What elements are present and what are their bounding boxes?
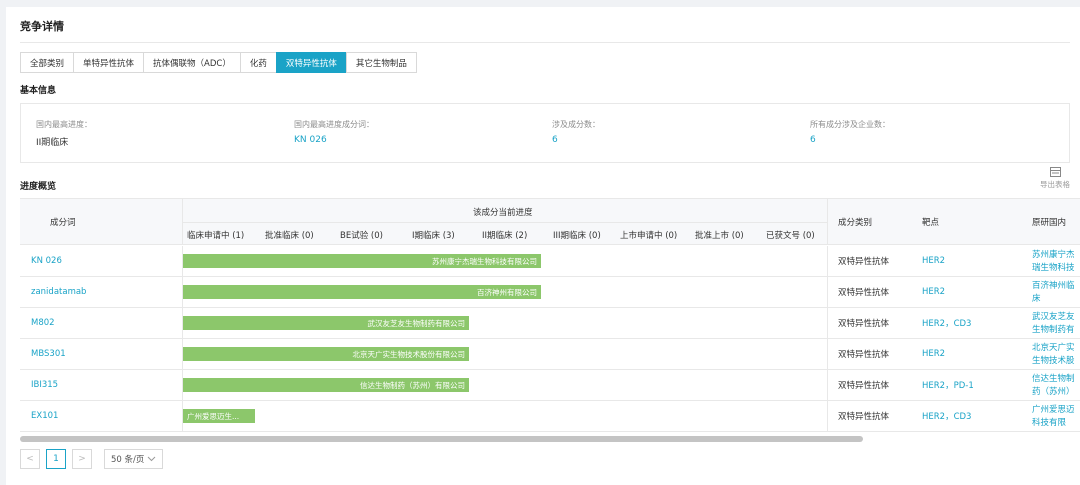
info-value-link[interactable]: 6 xyxy=(552,135,600,145)
component-link[interactable]: IBI315 xyxy=(31,370,58,400)
tab-adc[interactable]: 抗体偶联物（ADC） xyxy=(143,52,241,73)
component-link[interactable]: M802 xyxy=(31,308,55,338)
title-divider xyxy=(20,42,1070,43)
category-cell: 双特异性抗体 xyxy=(838,257,890,267)
stage-header: I期临床 (3) xyxy=(412,231,455,241)
header-divider xyxy=(182,222,827,223)
progress-bar[interactable]: 武汉友芝友生物制药有限公司 xyxy=(183,316,469,330)
progress-heading: 进度概览 xyxy=(20,182,57,192)
stage-header: 上市申请中 (0) xyxy=(620,231,678,241)
component-link[interactable]: EX101 xyxy=(31,401,58,431)
page-title: 竞争详情 xyxy=(20,20,64,33)
tab-all[interactable]: 全部类别 xyxy=(20,52,75,73)
component-link[interactable]: KN 026 xyxy=(31,246,62,276)
org-link[interactable]: 信达生物制药（苏州）有限 xyxy=(1032,373,1078,399)
info-label: 国内最高进度成分词： xyxy=(294,120,374,129)
header-target: 靶点 xyxy=(922,218,940,228)
info-label: 国内最高进度： xyxy=(36,120,92,129)
info-value: II期临床 xyxy=(36,138,69,148)
info-highest-component: 国内最高进度成分词： KN 026 xyxy=(294,119,374,145)
info-highest-stage: 国内最高进度： II期临床 xyxy=(36,119,92,148)
category-cell: 双特异性抗体 xyxy=(838,350,890,360)
column-divider xyxy=(827,246,828,276)
prev-page-button[interactable]: < xyxy=(20,449,40,469)
target-link[interactable]: HER2 xyxy=(922,339,945,369)
org-link[interactable]: 苏州康宁杰瑞生物科技有限公司 xyxy=(1032,249,1078,275)
pagination: < 1 > 50 条/页 xyxy=(20,449,164,469)
component-link[interactable]: zanidatamab xyxy=(31,277,86,307)
stage-header: 已获文号 (0) xyxy=(766,231,815,241)
target-link[interactable]: HER2，CD3 xyxy=(922,401,971,431)
horizontal-scrollbar[interactable] xyxy=(20,436,863,442)
tab-monospecific-antibody[interactable]: 单特异性抗体 xyxy=(73,52,145,73)
tab-chemical-drug[interactable]: 化药 xyxy=(239,52,277,73)
progress-bar[interactable]: 信达生物制药（苏州）有限公司 xyxy=(183,378,469,392)
stage-header: 批准临床 (0) xyxy=(265,231,314,241)
column-divider xyxy=(827,401,828,431)
header-category: 成分类别 xyxy=(838,218,873,228)
column-divider xyxy=(827,308,828,338)
category-cell: 双特异性抗体 xyxy=(838,288,890,298)
tab-bispecific-antibody[interactable]: 双特异性抗体 xyxy=(275,52,347,73)
next-page-button[interactable]: > xyxy=(72,449,92,469)
table-header: 成分词 该成分当前进度 临床申请中 (1) 批准临床 (0) BE试验 (0) … xyxy=(20,199,1080,245)
column-divider xyxy=(827,199,828,244)
stage-header: II期临床 (2) xyxy=(482,231,528,241)
competition-detail-card: 竞争详情 全部类别 单特异性抗体 抗体偶联物（ADC） 化药 双特异性抗体 其它… xyxy=(6,7,1080,485)
info-label: 所有成分涉及企业数： xyxy=(810,120,890,129)
chevron-down-icon xyxy=(148,456,156,462)
progress-bar[interactable]: 苏州康宁杰瑞生物科技有限公司 xyxy=(183,254,541,268)
page-size-label: 50 条/页 xyxy=(111,455,145,465)
target-link[interactable]: HER2，PD-1 xyxy=(922,370,974,400)
org-link[interactable]: 广州爱思迈科技有限 xyxy=(1032,404,1078,430)
progress-bar[interactable]: 北京天广实生物技术股份有限公司 xyxy=(183,347,469,361)
tab-other-biologics[interactable]: 其它生物制品 xyxy=(345,52,417,73)
info-component-count: 涉及成分数： 6 xyxy=(552,119,600,145)
target-link[interactable]: HER2 xyxy=(922,277,945,307)
table-row: KN 026 苏州康宁杰瑞生物科技有限公司 双特异性抗体 HER2 苏州康宁杰瑞生物科技… xyxy=(20,246,1080,277)
page-size-select[interactable]: 50 条/页 xyxy=(104,449,164,469)
info-value-link[interactable]: 6 xyxy=(810,135,890,145)
page-button-current[interactable]: 1 xyxy=(46,449,66,469)
header-component: 成分词 xyxy=(50,218,76,228)
category-tabs: 全部类别 单特异性抗体 抗体偶联物（ADC） 化药 双特异性抗体 其它生物制品 xyxy=(20,52,417,73)
header-org: 原研国内 xyxy=(1032,218,1067,228)
component-link[interactable]: MBS301 xyxy=(31,339,66,369)
progress-bar[interactable]: 广州爱思迈生... xyxy=(183,409,255,423)
target-link[interactable]: HER2，CD3 xyxy=(922,308,971,338)
table-row: MBS301 北京天广实生物技术股份有限公司 双特异性抗体 HER2 北京天广实生物技术… xyxy=(20,339,1080,370)
column-divider xyxy=(827,370,828,400)
category-cell: 双特异性抗体 xyxy=(838,319,890,329)
progress-bar[interactable]: 百济神州有限公司 xyxy=(183,285,541,299)
info-value-link[interactable]: KN 026 xyxy=(294,135,374,145)
header-current-progress: 该成分当前进度 xyxy=(473,208,533,218)
category-cell: 双特异性抗体 xyxy=(838,381,890,391)
progress-table: 成分词 该成分当前进度 临床申请中 (1) 批准临床 (0) BE试验 (0) … xyxy=(20,198,1080,440)
info-company-count: 所有成分涉及企业数： 6 xyxy=(810,119,890,145)
stage-header: 临床申请中 (1) xyxy=(187,231,245,241)
org-link[interactable]: 百济神州临床 xyxy=(1032,280,1078,306)
table-row: zanidatamab 百济神州有限公司 双特异性抗体 HER2 百济神州临床 xyxy=(20,277,1080,308)
stage-header: 批准上市 (0) xyxy=(695,231,744,241)
export-icon xyxy=(1049,167,1061,177)
table-row: EX101 广州爱思迈生... 双特异性抗体 HER2，CD3 广州爱思迈科技有限 xyxy=(20,401,1080,432)
basic-info-heading: 基本信息 xyxy=(20,86,57,96)
org-link[interactable]: 北京天广实生物技术股份有限 xyxy=(1032,342,1078,368)
table-row: IBI315 信达生物制药（苏州）有限公司 双特异性抗体 HER2，PD-1 信达生物制… xyxy=(20,370,1080,401)
org-link[interactable]: 武汉友芝友生物制药有限公司 xyxy=(1032,311,1078,337)
stage-header: BE试验 (0) xyxy=(340,231,383,241)
basic-info-panel: 国内最高进度： II期临床 国内最高进度成分词： KN 026 涉及成分数： 6… xyxy=(20,103,1070,163)
export-table-button[interactable]: 导出表格 xyxy=(1040,167,1070,190)
column-divider xyxy=(827,277,828,307)
category-cell: 双特异性抗体 xyxy=(838,412,890,422)
target-link[interactable]: HER2 xyxy=(922,246,945,276)
stage-header: III期临床 (0) xyxy=(553,231,601,241)
table-row: M802 武汉友芝友生物制药有限公司 双特异性抗体 HER2，CD3 武汉友芝友生物制药… xyxy=(20,308,1080,339)
export-label: 导出表格 xyxy=(1040,180,1070,189)
column-divider xyxy=(827,339,828,369)
info-label: 涉及成分数： xyxy=(552,120,600,129)
